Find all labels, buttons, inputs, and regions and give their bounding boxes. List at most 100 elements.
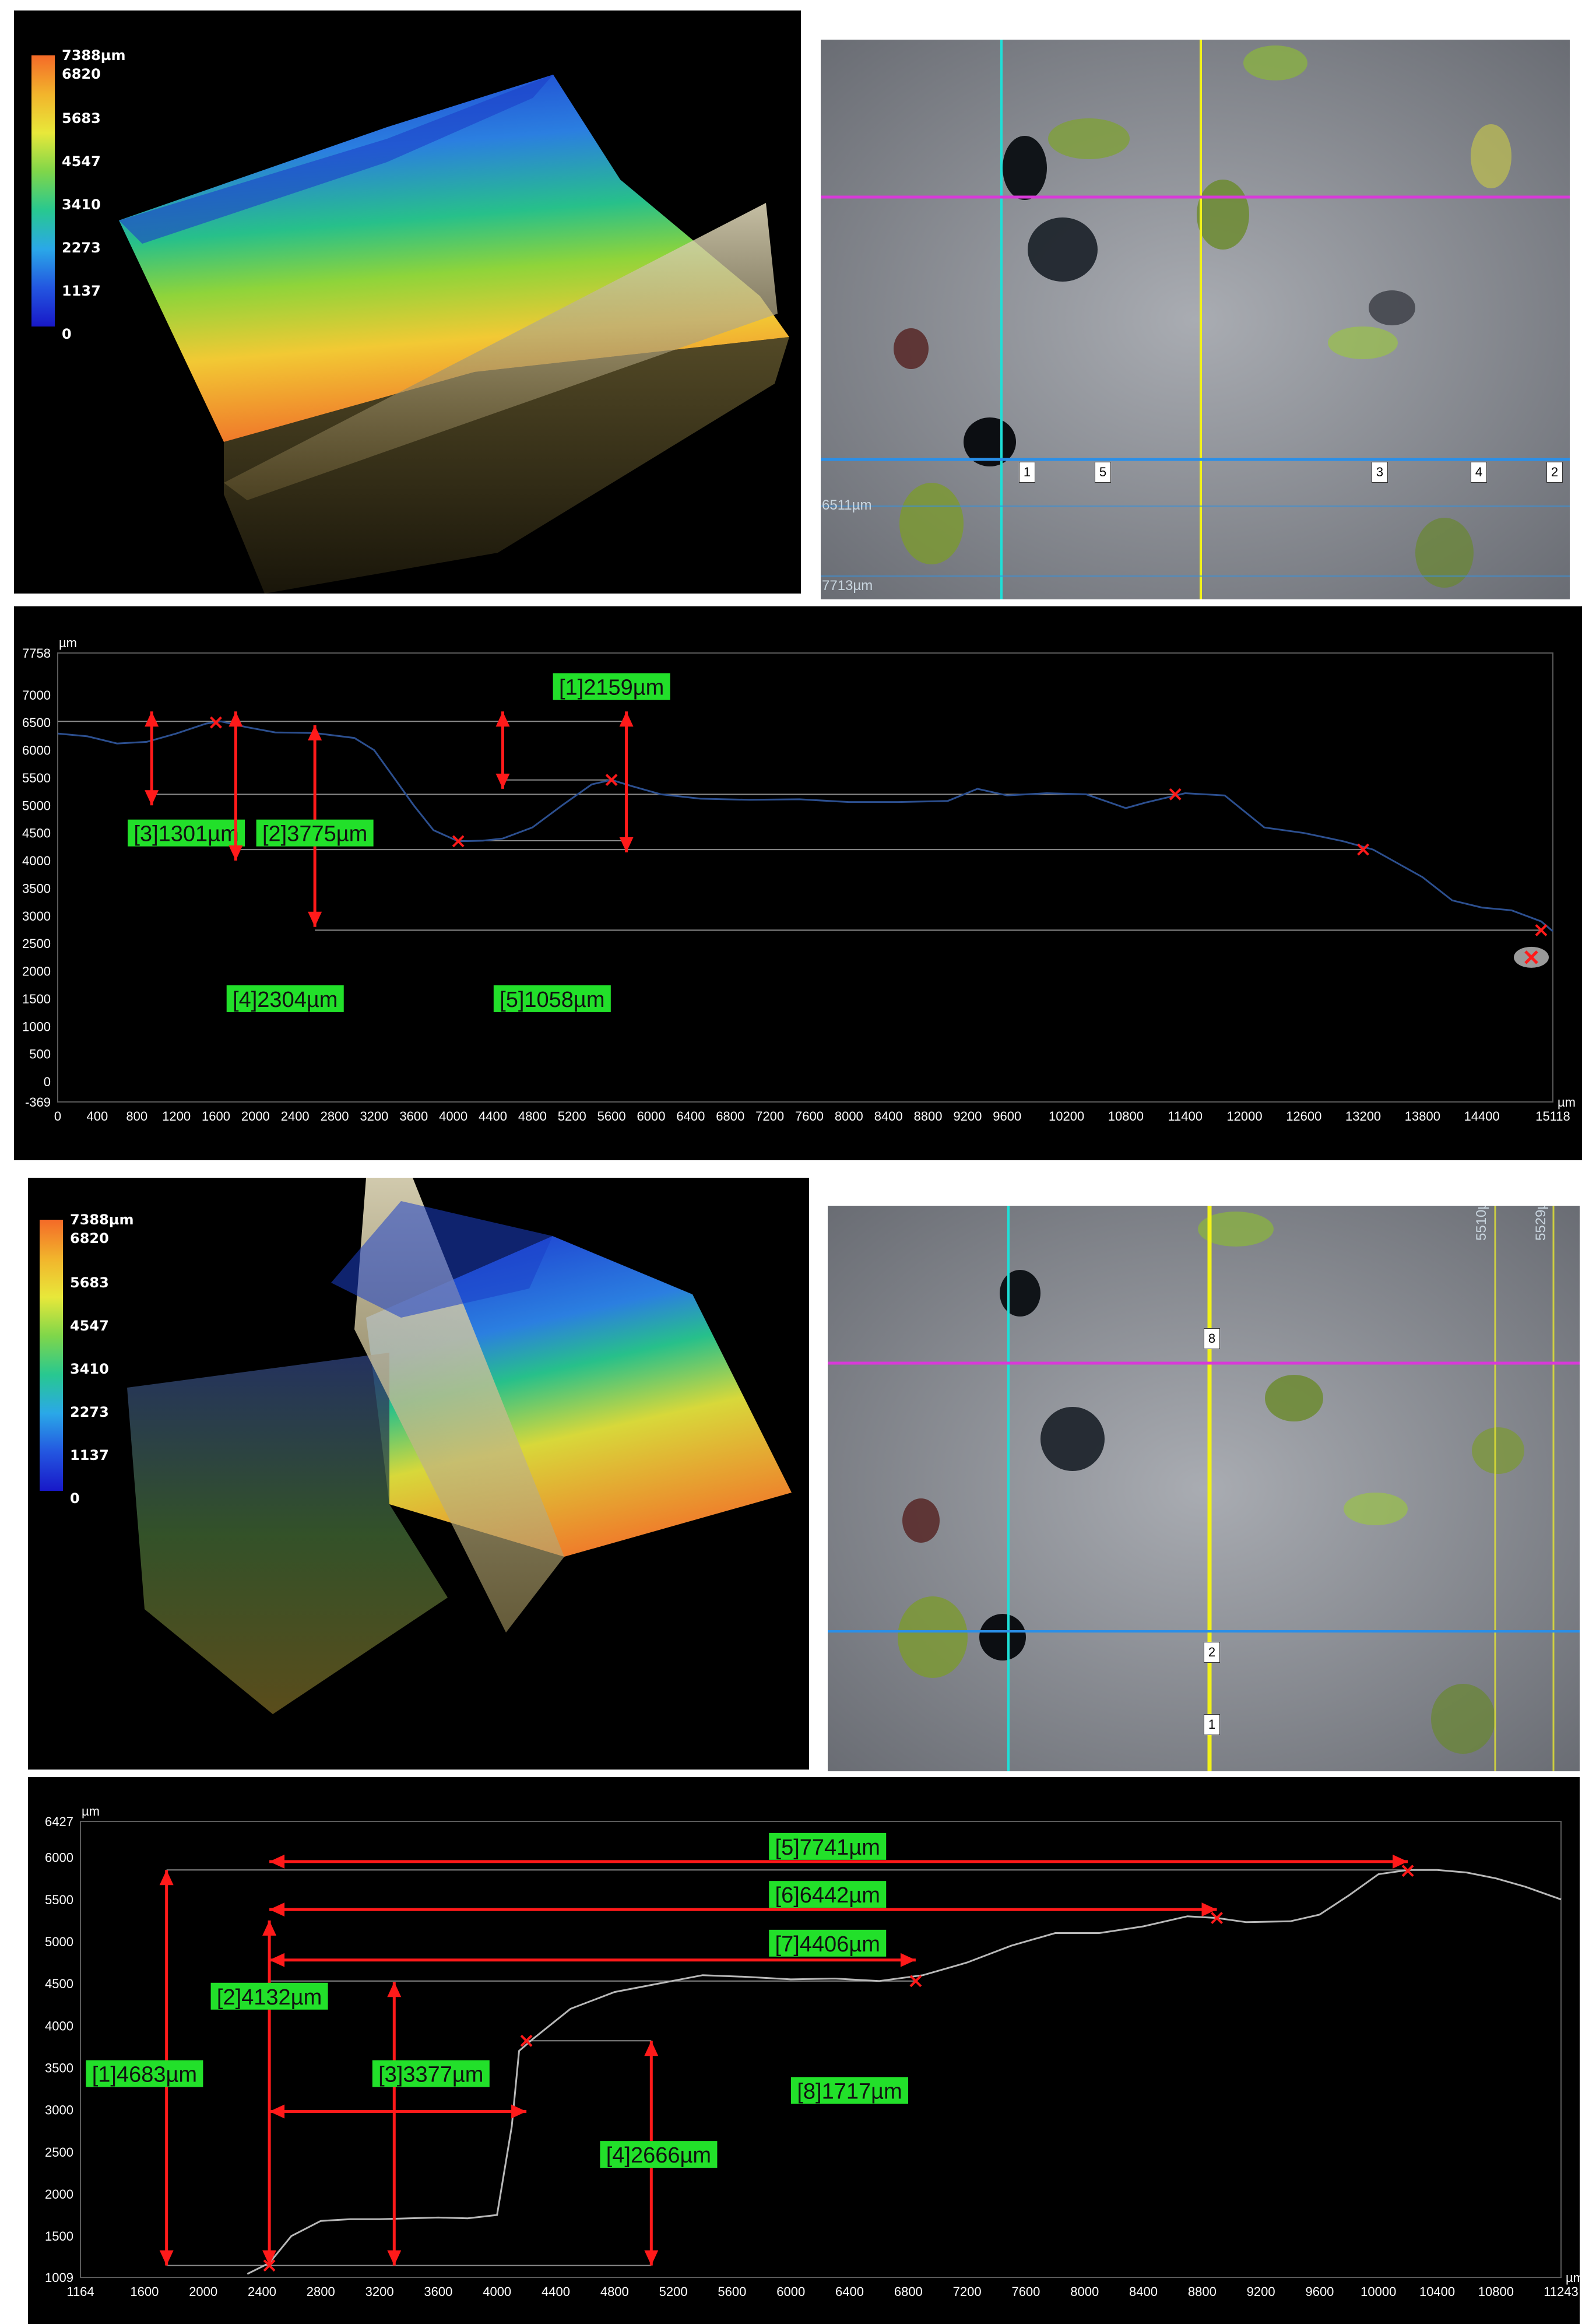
callout-arrow-head [619,711,634,727]
bottom-section-marker[interactable]: 1 [1204,1714,1220,1735]
y-tick-label: 5000 [45,1935,73,1949]
x-axis-unit: µm [1558,1095,1576,1110]
x-tick-label: 9600 [1305,2284,1334,2299]
x-tick-label: 9200 [953,1109,982,1124]
bottom-legend-tick: 3410 [70,1361,109,1377]
top-section-marker[interactable]: 2 [1546,462,1563,483]
top-legend-tick: 0 [62,326,72,342]
y-tick-label: 7758 [22,646,51,661]
top-section-marker[interactable]: 1 [1019,462,1035,483]
callout-arrow-head [145,711,159,727]
callout-label: [1]2159µm [559,676,664,700]
x-tick-label: 4800 [518,1109,547,1124]
x-tick-label: 1600 [130,2284,159,2299]
top-section-marker[interactable]: 3 [1372,462,1388,483]
x-tick-label: 8400 [1129,2284,1158,2299]
callout-label: [5]1058µm [500,988,604,1012]
x-tick-label: 1200 [162,1109,191,1124]
x-tick-label: 11400 [1168,1109,1203,1124]
y-tick-label: 1000 [22,1019,51,1034]
top-legend-tick: 2273 [62,240,101,256]
callout-arrow-head [228,845,243,861]
bottom-profile-chart[interactable]: 6427 6000 5500 5000 4500 4000 3500 3000 2500 2000… [28,1777,1580,2324]
y-tick-label: 3000 [45,2103,73,2118]
bottom-micrograph-view[interactable]: 5510µm 5529µm 8 2 1 [828,1206,1580,1771]
x-tick-label: 6800 [716,1109,744,1124]
x-tick-label: 4800 [600,2284,629,2299]
x-tick-label: 9200 [1247,2284,1275,2299]
callout-label: [2]3775µm [262,822,367,847]
x-tick-label: 3600 [399,1109,428,1124]
bottom-legend-tick: 4547 [70,1318,109,1334]
callout-arrow-head [262,1920,277,1936]
callout-label: [4]2666µm [606,2143,711,2168]
x-tick-label: 0 [54,1109,61,1124]
y-tick-label: 2500 [45,2145,73,2160]
x-tick-label: 8800 [1188,2284,1217,2299]
callout-arrow-head [495,773,510,789]
y-tick-label: 4500 [22,826,51,841]
callout-label: [1]4683µm [92,2063,197,2087]
x-tick-label: 4400 [479,1109,507,1124]
top-micrograph-view[interactable]: 6511µm 7713µm 1 5 3 4 2 [821,40,1570,599]
y-axis-unit: µm [59,636,77,650]
x-tick-label: 14400 [1464,1109,1500,1124]
x-tick-label: 12600 [1286,1109,1321,1124]
bottom-section-marker[interactable]: 2 [1204,1642,1220,1663]
x-tick-label: 6400 [676,1109,705,1124]
callout-label: [4]2304µm [233,988,338,1012]
x-tick-label: 7200 [755,1109,784,1124]
callout-arrow-head [387,1982,402,1997]
bottom-legend-tick: 0 [70,1490,80,1507]
x-tick-label: 15118 [1535,1109,1570,1124]
top-profile-chart[interactable]: 7758 7000 6500 6000 5500 5000 4500 4000 3500 3000… [14,606,1582,1160]
x-tick-label: 6800 [894,2284,923,2299]
callout-arrow-head [269,1854,285,1869]
callout-arrow-head [269,1953,285,1967]
callout-arrow-head [228,711,243,727]
x-tick-label: 8400 [874,1109,903,1124]
x-axis-unit: µm [1566,2270,1580,2285]
x-tick-label: 2400 [248,2284,276,2299]
y-tick-label: 3500 [22,881,51,896]
callout-arrow-head [1393,1854,1408,1869]
x-tick-label: 10400 [1419,2284,1455,2299]
top-legend-unit: 7388µm [62,47,126,64]
x-tick-label: 6000 [637,1109,666,1124]
top-micrograph-image [821,40,1570,599]
y-tick-label: -369 [25,1095,51,1110]
callout-arrow-head [387,2250,402,2266]
y-tick-label: 6500 [22,715,51,730]
top-section-marker[interactable]: 5 [1095,462,1111,483]
top-3d-height-view[interactable]: 7388µm 6820 5683 4547 3410 2273 1137 0 [14,10,801,594]
top-legend-tick: 5683 [62,110,101,127]
y-tick-label: 500 [29,1047,51,1062]
y-tick-label: 3500 [45,2060,73,2075]
y-tick-label: 2000 [45,2187,73,2202]
y-tick-label: 2000 [22,964,51,979]
x-tick-label: 6400 [835,2284,864,2299]
y-tick-label: 4000 [45,2018,73,2033]
callout-arrow-head [159,2250,174,2266]
x-tick-label: 5600 [718,2284,746,2299]
x-tick-label: 10800 [1478,2284,1514,2299]
x-tick-label: 10800 [1108,1109,1144,1124]
x-tick-label: 2000 [241,1109,270,1124]
top-section-marker[interactable]: 4 [1471,462,1487,483]
callout-arrow-head [308,911,322,927]
plot-frame [57,652,1553,1103]
y-tick-label: 1009 [45,2270,73,2285]
top-profile-chart-svg: 7758700065006000550050004500400035003000… [22,636,1576,1124]
y-tick-label: 5000 [22,798,51,813]
callout-arrow-head [900,1953,916,1967]
bottom-micro-edge-label: 5529µm [1533,1206,1549,1241]
callout-label: [7]4406µm [775,1932,880,1957]
x-tick-label: 6000 [776,2284,805,2299]
bottom-legend-colorbar [40,1220,63,1491]
x-tick-label: 7600 [795,1109,824,1124]
bottom-section-marker[interactable]: 8 [1204,1328,1220,1349]
bottom-3d-height-view[interactable]: 7388µm 6820 5683 4547 3410 2273 1137 0 [28,1178,809,1770]
x-tick-label: 13800 [1405,1109,1440,1124]
bottom-legend-tick: 2273 [70,1404,109,1420]
top-legend-tick: 3410 [62,196,101,213]
